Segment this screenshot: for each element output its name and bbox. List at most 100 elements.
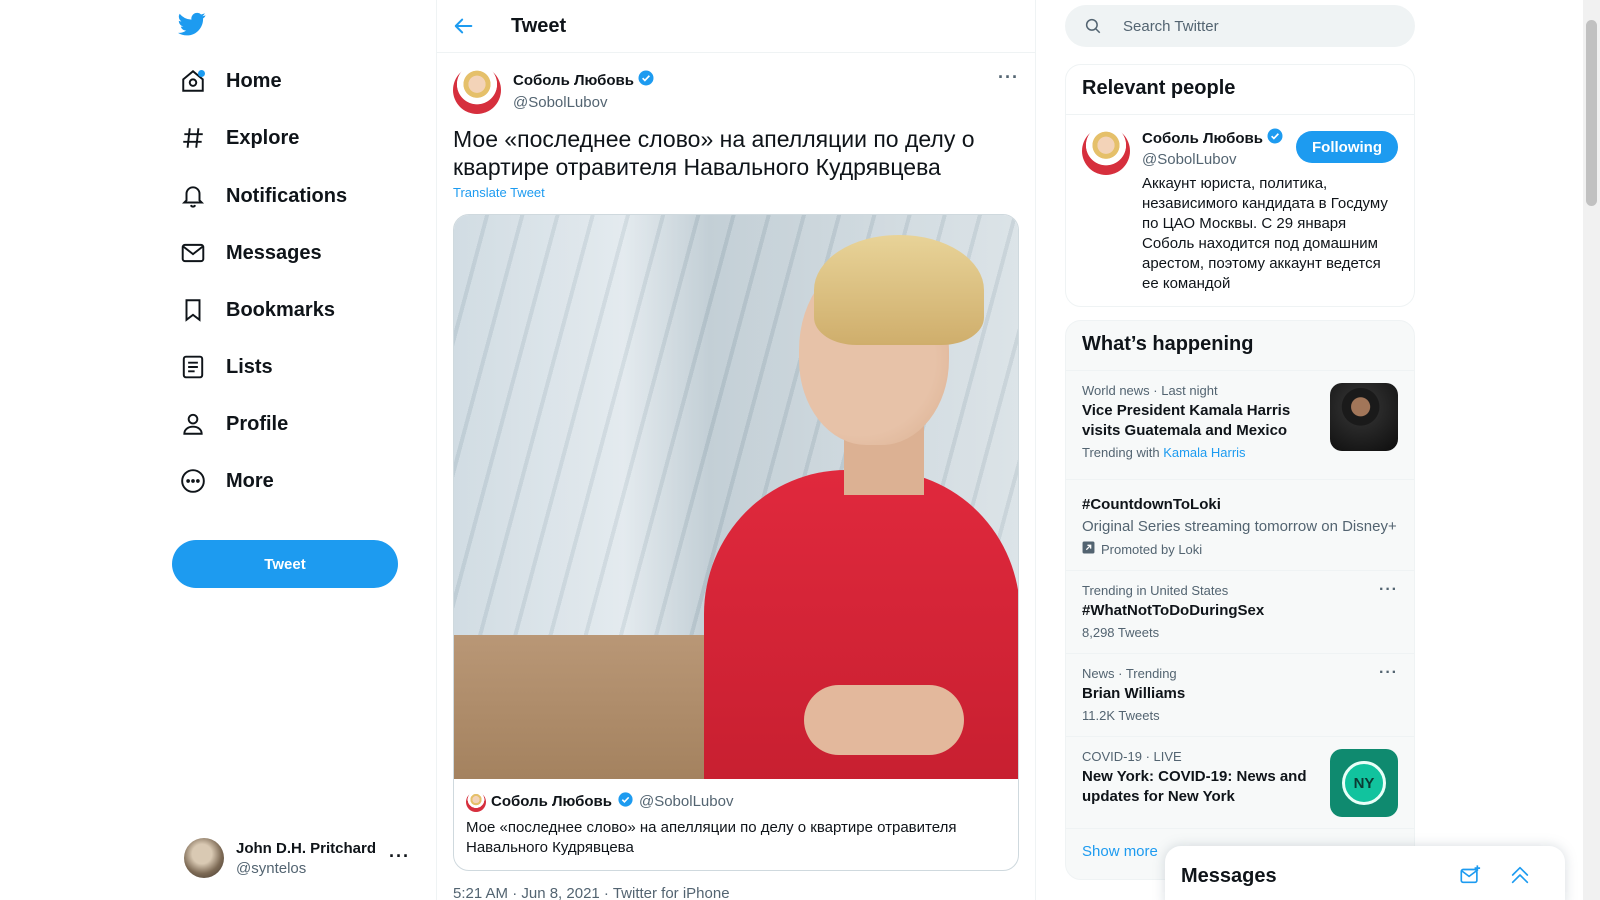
more-horizontal-icon[interactable]: ··· (998, 67, 1019, 88)
relevant-people-panel: Relevant people Соболь Любовь @SobolLubo… (1065, 64, 1415, 307)
trend-title: Vice President Kamala Harris visits Guat… (1082, 402, 1291, 439)
nav-item-profile[interactable]: Profile (168, 399, 288, 449)
new-message-icon[interactable] (1455, 860, 1485, 890)
avatar[interactable] (453, 66, 501, 114)
translate-tweet-link[interactable]: Translate Tweet (453, 185, 545, 200)
search-bar[interactable] (1065, 5, 1415, 47)
more-circle-icon (168, 456, 218, 506)
whats-happening-panel: What’s happening World news · Last night… (1065, 320, 1415, 880)
trend-thumbnail: NY (1330, 749, 1398, 817)
avatar[interactable] (1082, 127, 1130, 175)
author-name: Соболь Любовь (513, 71, 634, 89)
ny-badge-icon: NY (1342, 761, 1386, 805)
home-icon (168, 56, 218, 106)
trend-title: New York: COVID-19: News and updates for… (1082, 768, 1307, 805)
nav-item-lists[interactable]: Lists (168, 342, 273, 392)
caption-author: Соболь Любовь @SobolLubov (466, 791, 1006, 812)
notification-dot (198, 70, 205, 77)
envelope-icon (168, 228, 218, 278)
search-icon (1083, 16, 1103, 36)
verified-badge-icon (1266, 127, 1284, 149)
nav-item-notifications[interactable]: Notifications (168, 171, 347, 221)
trend-meta: News · Trending (1082, 666, 1177, 681)
account-switcher[interactable]: John D.H. Pritchard @syntelos ··· (176, 828, 416, 888)
twitter-logo-icon[interactable] (176, 10, 210, 42)
avatar (466, 791, 486, 812)
account-handle: @syntelos (236, 859, 307, 877)
caption-author-handle: @SobolLubov (638, 793, 734, 810)
nav-item-bookmarks[interactable]: Bookmarks (168, 285, 335, 335)
bell-icon (168, 171, 218, 221)
trend-item[interactable]: Trending in United States #WhatNotToDoDu… (1066, 570, 1414, 653)
nav-item-explore[interactable]: Explore (168, 113, 299, 163)
trend-item[interactable]: COVID-19 · LIVE New York: COVID-19: News… (1066, 736, 1414, 828)
trend-title: Brian Williams (1082, 685, 1186, 702)
nav-item-messages[interactable]: Messages (168, 228, 322, 278)
avatar (184, 838, 224, 878)
trend-title: #CountdownToLoki (1082, 496, 1221, 513)
trend-meta: Trending in United States (1082, 583, 1229, 598)
trend-sub: Original Series streaming tomorrow on Di… (1082, 518, 1397, 535)
trend-sub: 11.2K Tweets (1082, 708, 1160, 723)
trend-thumbnail (1330, 383, 1398, 451)
more-horizontal-icon[interactable]: ··· (1379, 664, 1398, 682)
trend-sub-link[interactable]: Kamala Harris (1163, 445, 1245, 460)
nav-item-more[interactable]: More (168, 456, 274, 506)
more-horizontal-icon[interactable]: ··· (389, 846, 410, 867)
list-icon (168, 342, 218, 392)
person-icon (168, 399, 218, 449)
main-column: Tweet Соболь Любовь @SobolLubov ··· Мое … (436, 0, 1036, 900)
verified-badge-icon (637, 69, 655, 91)
following-button[interactable]: Following (1296, 131, 1398, 163)
tweet-header: Соболь Любовь @SobolLubov (453, 65, 1019, 115)
messages-drawer[interactable]: Messages (1165, 846, 1565, 900)
tweet-author[interactable]: Соболь Любовь @SobolLubov (513, 69, 655, 111)
tweet-video[interactable] (454, 215, 1018, 779)
search-input[interactable] (1123, 17, 1393, 35)
back-arrow-icon[interactable] (445, 7, 483, 45)
panel-title: Relevant people (1082, 77, 1236, 99)
promoted-tag: Promoted by Loki (1082, 541, 1398, 557)
nav-item-home[interactable]: Home (168, 56, 282, 106)
person-name: Соболь Любовь (1142, 129, 1263, 147)
trend-title: #WhatNotToDoDuringSex (1082, 602, 1265, 619)
nav-label: More (226, 469, 274, 492)
scrollbar-thumb[interactable] (1586, 20, 1597, 206)
trend-item[interactable]: News · Trending Brian Williams 11.2K Twe… (1066, 653, 1414, 736)
nav-label: Messages (226, 241, 322, 264)
person-bio: Аккаунт юриста, политика, независимого к… (1142, 175, 1388, 292)
author-handle: @SobolLubov (513, 94, 608, 111)
chevron-up-double-icon[interactable] (1505, 860, 1535, 890)
bookmark-icon (168, 285, 218, 335)
right-sidebar: Relevant people Соболь Любовь @SobolLubo… (1065, 0, 1415, 900)
account-name: John D.H. Pritchard (236, 839, 377, 857)
more-horizontal-icon[interactable]: ··· (1379, 581, 1398, 599)
promoted-label: Promoted by Loki (1101, 541, 1203, 557)
media-card[interactable]: Соболь Любовь @SobolLubov Мое «последнее… (453, 214, 1019, 871)
drawer-title: Messages (1181, 864, 1277, 887)
caption-text: Мое «последнее слово» на апелляции по де… (466, 819, 957, 856)
tweet-text: Мое «последнее слово» на апелляции по де… (453, 126, 975, 180)
nav-label: Lists (226, 355, 273, 378)
tweet: Соболь Любовь @SobolLubov ··· Мое «после… (437, 53, 1035, 900)
tweet-timestamp[interactable]: 5:21 AM · Jun 8, 2021 · Twitter for iPho… (453, 885, 1019, 900)
panel-title: What’s happening (1082, 333, 1254, 355)
page-title: Tweet (511, 14, 567, 37)
nav-label: Bookmarks (226, 298, 335, 321)
trend-item-promoted[interactable]: #CountdownToLoki Original Series streami… (1066, 479, 1414, 570)
photo-person-hair (814, 235, 984, 345)
quoted-caption: Соболь Любовь @SobolLubov Мое «последнее… (454, 779, 1018, 870)
nav-label: Explore (226, 126, 300, 149)
promoted-icon (1082, 541, 1095, 557)
page-scrollbar[interactable] (1583, 0, 1600, 900)
trend-item[interactable]: World news · Last night Vice President K… (1066, 370, 1414, 479)
hashtag-icon (168, 113, 218, 163)
photo-person-hands (804, 685, 964, 755)
account-names: John D.H. Pritchard @syntelos (236, 840, 376, 877)
verified-badge-icon (617, 791, 634, 812)
trend-sub-prefix: Trending with (1082, 445, 1160, 460)
relevant-person[interactable]: Соболь Любовь @SobolLubov Аккаунт юриста… (1066, 114, 1414, 306)
caption-author-name: Соболь Любовь (491, 793, 612, 810)
tweet-button[interactable]: Tweet (172, 540, 398, 588)
trend-sub: 8,298 Tweets (1082, 625, 1160, 640)
